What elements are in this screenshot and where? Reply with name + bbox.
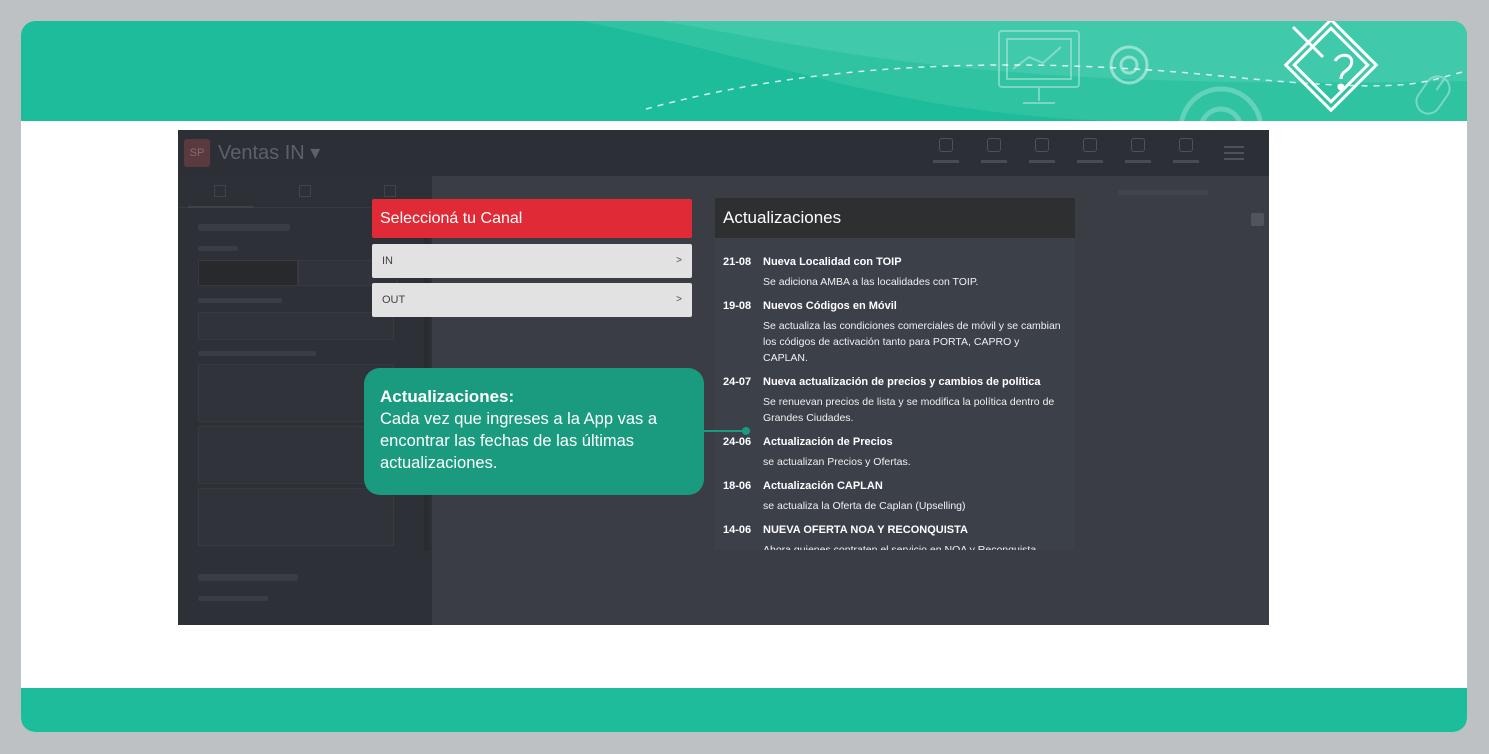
update-desc: Se actualiza las condiciones comerciales… bbox=[763, 320, 1061, 364]
update-date: 14-06 bbox=[723, 524, 752, 536]
update-title: Nuevos Códigos en Móvil bbox=[763, 300, 897, 312]
update-desc: se actualizan Precios y Ofertas. bbox=[763, 456, 911, 468]
callout-text: Cada vez que ingreses a la App vas a enc… bbox=[380, 410, 658, 472]
update-desc: Se adiciona AMBA a las localidades con T… bbox=[763, 276, 979, 288]
app-screenshot: SP Ventas IN ▾ Seleccioná tu Canal IN > … bbox=[178, 130, 1269, 625]
update-desc: se actualiza la Oferta de Caplan (Upsell… bbox=[763, 500, 966, 512]
update-date: 18-06 bbox=[723, 480, 752, 492]
update-desc: Se renuevan precios de lista y se modifi… bbox=[763, 396, 1055, 424]
update-title: Actualización CAPLAN bbox=[763, 480, 883, 492]
canal-option-in[interactable]: IN > bbox=[372, 244, 692, 278]
update-title: Nueva actualización de precios y cambios… bbox=[763, 376, 1041, 388]
user-icon[interactable] bbox=[1171, 136, 1201, 170]
chevron-right-icon: > bbox=[676, 294, 682, 305]
chevron-right-icon: > bbox=[676, 255, 682, 266]
callout-box: Actualizaciones: Cada vez que ingreses a… bbox=[364, 368, 704, 495]
canal-option-label: IN bbox=[382, 255, 393, 267]
updates-list[interactable]: 21-08 Nueva Localidad con TOIP Se adicio… bbox=[715, 238, 1075, 550]
topbar-icons bbox=[931, 136, 1249, 170]
update-title: Nueva Localidad con TOIP bbox=[763, 256, 902, 268]
update-date: 21-08 bbox=[723, 256, 752, 268]
chat-icon[interactable] bbox=[1123, 136, 1153, 170]
update-desc: Ahora quienes contraten el servicio en N… bbox=[763, 544, 1037, 550]
history-icon[interactable] bbox=[931, 136, 961, 170]
app-logo: SP bbox=[184, 139, 210, 167]
update-title: NUEVA OFERTA NOA Y RECONQUISTA bbox=[763, 524, 968, 536]
callout-connector bbox=[704, 430, 744, 432]
app-topbar: SP Ventas IN ▾ bbox=[178, 130, 1269, 176]
callout-title: Actualizaciones: bbox=[380, 387, 515, 406]
menu-icon[interactable] bbox=[1219, 136, 1249, 170]
globe-icon[interactable] bbox=[1075, 136, 1105, 170]
canal-header: Seleccioná tu Canal bbox=[372, 199, 692, 238]
update-date: 24-07 bbox=[723, 376, 752, 388]
canal-option-out[interactable]: OUT > bbox=[372, 283, 692, 317]
update-date: 24-06 bbox=[723, 436, 752, 448]
ghost-line bbox=[1118, 190, 1208, 195]
checkbox-icon[interactable] bbox=[1251, 213, 1264, 226]
footer-band bbox=[21, 688, 1467, 732]
update-date: 19-08 bbox=[723, 300, 752, 312]
notifications-icon[interactable] bbox=[979, 136, 1009, 170]
header-band bbox=[21, 21, 1467, 121]
callout-dot bbox=[742, 427, 750, 435]
docs-icon[interactable] bbox=[1027, 136, 1057, 170]
mouse-icon bbox=[1415, 75, 1451, 115]
updates-header: Actualizaciones bbox=[715, 198, 1075, 238]
app-title[interactable]: Ventas IN ▾ bbox=[218, 140, 320, 165]
canal-option-label: OUT bbox=[382, 294, 406, 306]
update-title: Actualización de Precios bbox=[763, 436, 893, 448]
